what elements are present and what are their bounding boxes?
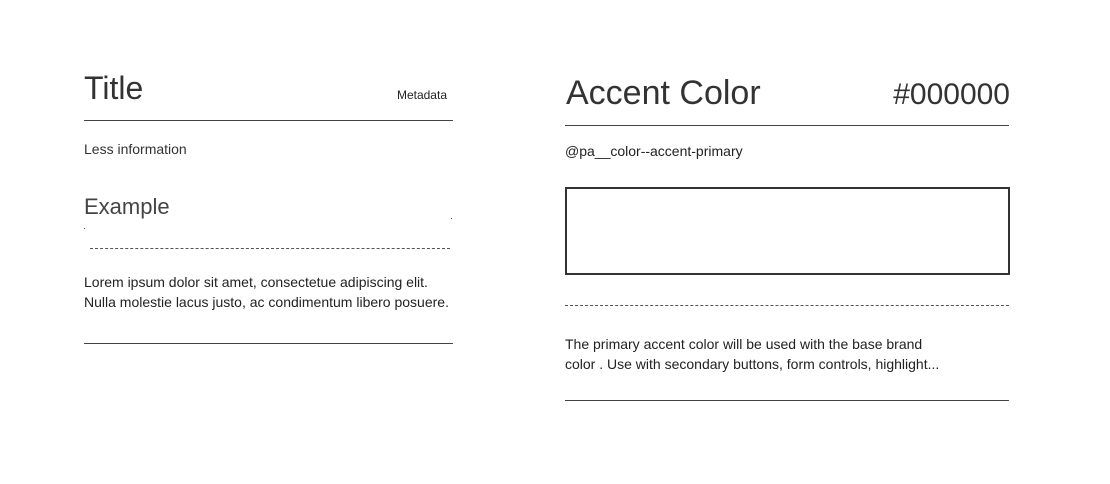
color-description: The primary accent color will be used wi… xyxy=(565,334,1005,374)
info-card: Title Metadata Less information Example … xyxy=(84,62,453,352)
dashed-divider xyxy=(90,248,450,249)
color-title: Accent Color xyxy=(566,74,761,112)
card-body-text: Lorem ipsum dolor sit amet, consectetue … xyxy=(84,272,464,312)
color-swatch xyxy=(565,187,1010,275)
decorative-dot xyxy=(84,228,85,229)
card-title: Title xyxy=(84,70,144,106)
footer-divider xyxy=(565,400,1009,401)
header-divider xyxy=(84,120,453,121)
body-text-line: Lorem ipsum dolor sit amet, consectetue … xyxy=(84,274,428,290)
card-subtitle: Less information xyxy=(84,141,187,157)
card-metadata: Metadata xyxy=(396,88,447,102)
color-card: Accent Color #000000 @pa__color--accent-… xyxy=(565,62,1010,402)
example-heading: Example xyxy=(84,194,170,219)
description-line: color . Use with secondary buttons, form… xyxy=(565,356,940,372)
dashed-divider xyxy=(565,305,1009,306)
color-token-name: @pa__color--accent-primary xyxy=(565,143,743,159)
description-line: The primary accent color will be used wi… xyxy=(565,336,923,352)
color-hex-value: #000000 xyxy=(893,78,1010,111)
decorative-dot xyxy=(451,218,452,219)
header-divider xyxy=(565,125,1009,126)
footer-divider xyxy=(84,343,453,344)
body-text-line: Nulla molestie lacus justo, ac condiment… xyxy=(84,294,449,310)
